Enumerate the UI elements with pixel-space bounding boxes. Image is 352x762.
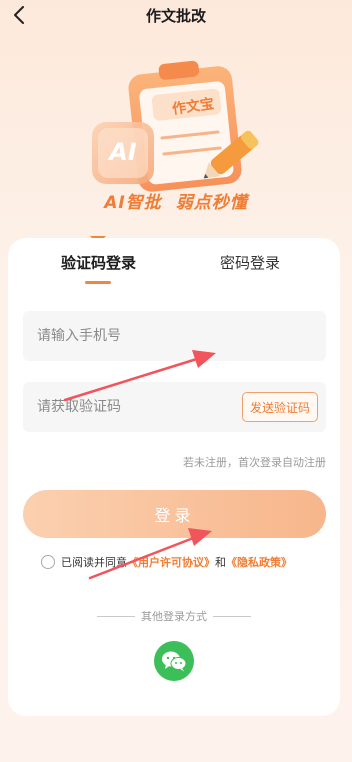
register-hint: 若未注册，首次登录自动注册 [183,456,326,469]
agreement-checkbox[interactable] [41,555,55,569]
agreement-row: 已阅读并同意 《用户许可协议》 和 《隐私政策》 [41,554,292,570]
ai-logo-text: AI [109,138,137,166]
other-login-label: 其他登录方式 [141,610,207,623]
phone-field [23,311,326,361]
phone-input[interactable] [23,311,237,361]
privacy-policy-link[interactable]: 《隐私政策》 [226,554,292,570]
other-login-divider: 其他登录方式 [8,608,340,624]
code-field: 发送验证码 [23,382,326,432]
page-title: 作文批改 [145,7,206,25]
wechat-login-button[interactable] [154,641,194,681]
login-button[interactable]: 登录 [23,490,326,538]
tab-underline [85,281,111,284]
top-bar: 作文批改 [0,0,352,30]
slogan-weakness: 弱点秒懂 [175,193,248,213]
verification-code-input[interactable] [23,382,237,432]
agreement-prefix: 已阅读并同意 [61,556,127,569]
login-card: 验证码登录 密码登录 发送验证码 若未注册，首次登录自动注册 登录 已阅读并同意… [8,238,340,716]
divider-line-right [213,615,251,617]
user-agreement-link[interactable]: 《用户许可协议》 [127,554,215,570]
tab-password-login[interactable]: 密码登录 [220,252,280,273]
agreement-and: 和 [215,556,226,569]
slogan: AI智批 弱点秒懂 [0,188,352,213]
tab-sms-code-login[interactable]: 验证码登录 [61,252,136,273]
wechat-icon [162,651,187,672]
divider-line-left [97,615,135,617]
send-code-button[interactable]: 发送验证码 [241,392,318,422]
slogan-ai-grading: AI智批 [104,193,162,213]
